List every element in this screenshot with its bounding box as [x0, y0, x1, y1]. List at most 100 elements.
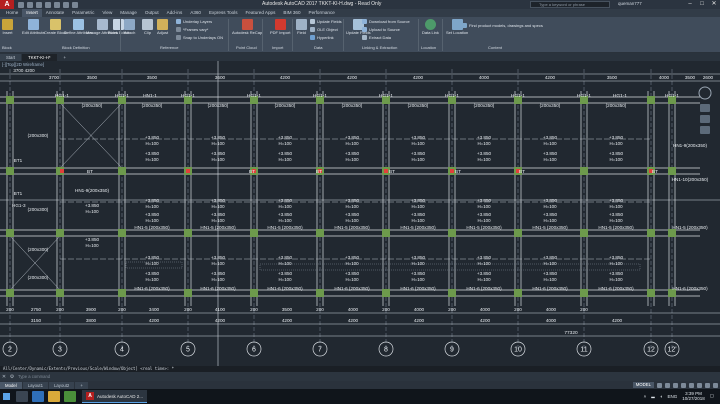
tab-bim-360[interactable]: BIM 360	[279, 9, 304, 17]
chrome-icon[interactable]	[64, 391, 76, 402]
taskbar-autocad-app[interactable]: A Autodesk AutoCAD 2...	[82, 390, 148, 403]
upload-to-source-button[interactable]: Upload to Source	[362, 27, 400, 32]
viewport-controls[interactable]: [-][Top][2D Wireframe]	[2, 62, 44, 67]
doc-tab-start[interactable]: Start	[0, 54, 22, 61]
tab-performance[interactable]: Performance	[305, 9, 339, 17]
save-icon[interactable]	[36, 1, 42, 8]
undo-icon[interactable]	[63, 1, 69, 8]
close-icon[interactable]: ✕	[0, 374, 8, 380]
hyperlink-icon	[310, 35, 315, 40]
volume-icon[interactable]: ◖	[660, 394, 663, 399]
tab-annotate[interactable]: Annotate	[42, 9, 68, 17]
tab-output[interactable]: Output	[141, 9, 163, 17]
network-icon[interactable]: ▂	[651, 393, 654, 399]
tab-express-tools[interactable]: Express Tools	[205, 9, 242, 17]
snap-icon[interactable]	[665, 382, 670, 388]
beam-label: HG1-1	[181, 93, 195, 99]
bottom-dimension-text: 4200	[480, 318, 491, 323]
panel-title-content[interactable]: Content	[488, 45, 502, 50]
annotation-scale-icon[interactable]	[697, 382, 702, 388]
panel-title-block-definition[interactable]: Block Definition	[62, 45, 90, 50]
application-menu-button[interactable]: A	[0, 0, 14, 9]
tab-parametric[interactable]: Parametric	[68, 9, 98, 17]
tab-a360[interactable]: A360	[186, 9, 205, 17]
field-button[interactable]: Field	[296, 19, 307, 36]
autodesk-recap-button[interactable]: Autodesk ReCap	[232, 19, 262, 36]
action-center-icon[interactable]: ▢	[710, 393, 714, 399]
command-input[interactable]: Type a command	[18, 374, 50, 379]
clip-button[interactable]: Clip	[142, 19, 153, 36]
plot-icon[interactable]	[54, 1, 60, 8]
hyperlink-button[interactable]: Hyperlink	[310, 35, 334, 40]
tab-manage[interactable]: Manage	[116, 9, 141, 17]
update-fields-button[interactable]: Update Fields	[310, 19, 342, 24]
zoom-icon[interactable]	[700, 115, 710, 123]
polar-icon[interactable]	[681, 382, 686, 388]
wrench-icon[interactable]: ⚙	[8, 374, 16, 380]
customization-menu-icon[interactable]	[713, 382, 718, 388]
drawing-canvas[interactable]: BT BT BT BT BT BT BT BT1 BT1 3700 4200 3700 3500 350…	[0, 61, 720, 366]
new-icon[interactable]	[18, 1, 24, 8]
steering-wheel-icon[interactable]	[698, 86, 712, 100]
doc-tab-drawing[interactable]: TKKT-KI-H*	[22, 54, 57, 61]
panel-title-import[interactable]: Import	[272, 45, 283, 50]
pdf-import-button[interactable]: PDF Import	[270, 19, 290, 36]
slab-level-label: +3.850	[211, 255, 226, 260]
new-tab-button[interactable]: +	[58, 54, 73, 61]
search-input[interactable]: Type a keyword or phrase	[530, 1, 610, 8]
file-explorer-icon[interactable]	[48, 391, 60, 402]
close-button[interactable]: ✕	[708, 0, 720, 9]
save-as-icon[interactable]	[45, 1, 51, 8]
start-button[interactable]	[0, 389, 12, 404]
clock[interactable]: 3:39 PM 10/27/2018	[682, 391, 705, 401]
snap-to-underlays-dropdown[interactable]: Snap to Underlays ON	[176, 35, 223, 40]
frames-vary-dropdown[interactable]: *Frames vary*	[176, 27, 208, 32]
extract-data-button[interactable]: Extract Data	[362, 35, 391, 40]
download-from-source-button[interactable]: Download from Source	[362, 19, 410, 24]
edge-browser-icon[interactable]	[32, 391, 44, 402]
pan-icon[interactable]	[700, 104, 710, 112]
layout-tab-model[interactable]: Model	[0, 381, 22, 389]
edit-attribute-button[interactable]: Edit Attribute	[22, 19, 45, 36]
add-layout-button[interactable]: +	[75, 381, 88, 389]
slab-thickness-label: H=100	[411, 277, 425, 282]
panel-title-data[interactable]: Data	[314, 45, 322, 50]
navigation-bar[interactable]	[694, 85, 716, 143]
tab-view[interactable]: View	[98, 9, 116, 17]
panel-title-linking-extraction[interactable]: Linking & Extraction	[362, 45, 397, 50]
tab-home[interactable]: Home	[2, 9, 22, 17]
tab-insert[interactable]: Insert	[22, 9, 42, 17]
notification-chevron-icon[interactable]: ˄	[644, 394, 647, 399]
redo-icon[interactable]	[72, 1, 78, 8]
open-icon[interactable]	[27, 1, 33, 8]
command-line[interactable]: ✕ ⚙ Type a command	[0, 372, 720, 381]
language-indicator[interactable]: ENG	[667, 394, 677, 399]
minimize-button[interactable]: –	[684, 0, 696, 9]
task-view-icon[interactable]	[16, 391, 28, 402]
floor-plan-drawing[interactable]: BT BT BT BT BT BT BT BT1 BT1 3700 4200 3700 3500 350…	[0, 61, 720, 366]
tab-add-ins[interactable]: Add-ins	[163, 9, 187, 17]
panel-title-location[interactable]: Location	[421, 45, 436, 50]
slab-level-label: +3.850	[145, 271, 160, 276]
ortho-icon[interactable]	[673, 382, 678, 388]
layout-tab-layout2[interactable]: Layout2	[49, 381, 75, 389]
workspace-gear-icon[interactable]	[705, 382, 710, 388]
ole-object-button[interactable]: OLE Object	[310, 27, 338, 32]
underlay-layers-button[interactable]: Underlay Layers	[176, 19, 212, 24]
attach-button[interactable]: Attach	[124, 19, 135, 36]
model-space-toggle[interactable]: MODEL	[632, 382, 654, 388]
osnap-icon[interactable]	[689, 382, 694, 388]
panel-title-block[interactable]: Block	[2, 45, 12, 50]
maximize-button[interactable]: □	[696, 0, 708, 9]
orbit-icon[interactable]	[700, 126, 710, 134]
insert-block-button[interactable]: Insert	[2, 19, 13, 36]
user-account[interactable]: queman777	[618, 1, 642, 6]
layout-tab-layout1[interactable]: Layout1	[22, 381, 49, 389]
panel-title-point-cloud[interactable]: Point Cloud	[236, 45, 257, 50]
find-product-models-button[interactable]: Find product models, drawings and specs	[462, 23, 550, 28]
tab-featured-apps[interactable]: Featured Apps	[242, 9, 280, 17]
set-location-button[interactable]: Data Link	[422, 19, 439, 36]
grid-icon[interactable]	[657, 382, 662, 388]
adjust-button[interactable]: Adjust	[157, 19, 168, 36]
panel-title-reference[interactable]: Reference	[160, 45, 178, 50]
